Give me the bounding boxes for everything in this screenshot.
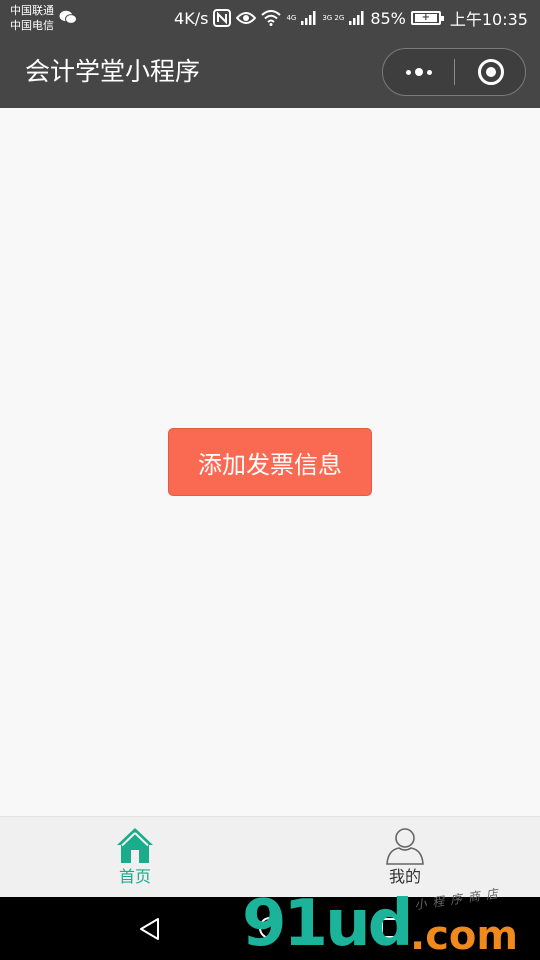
page-title: 会计学堂小程序 bbox=[25, 57, 201, 86]
user-icon bbox=[386, 828, 424, 865]
status-bar: 中国联通 中国电信 4K/s 4G 3G 2G 85% + 上午10:35 bbox=[0, 0, 540, 36]
carrier-2: 中国电信 bbox=[10, 19, 54, 32]
more-button[interactable] bbox=[383, 49, 455, 95]
carrier-info: 中国联通 中国电信 bbox=[10, 3, 54, 33]
tab-home[interactable]: 首页 bbox=[0, 817, 270, 897]
capsule-menu bbox=[382, 48, 526, 96]
navigation-bar: 会计学堂小程序 bbox=[0, 36, 540, 108]
more-dot-icon bbox=[406, 69, 411, 75]
carrier-1: 中国联通 bbox=[10, 4, 54, 17]
network-speed: 4K/s bbox=[174, 8, 209, 28]
tab-mine-label: 我的 bbox=[388, 867, 421, 886]
wechat-icon bbox=[59, 10, 77, 24]
back-icon[interactable] bbox=[138, 917, 162, 941]
network-type-a: 4G bbox=[286, 13, 297, 22]
target-icon bbox=[478, 59, 504, 85]
tab-home-label: 首页 bbox=[118, 867, 151, 886]
close-miniprogram-button[interactable] bbox=[455, 49, 527, 95]
status-indicators: 4K/s 4G 3G 2G 85% + 上午10:35 bbox=[174, 7, 528, 30]
battery-icon: + bbox=[410, 11, 444, 25]
watermark-domain: .com bbox=[410, 913, 519, 959]
eye-icon bbox=[236, 12, 257, 24]
tab-bar: 首页 我的 bbox=[0, 816, 540, 897]
signal-icon bbox=[301, 11, 316, 25]
watermark: 91ud .com 小程序商店 bbox=[240, 886, 540, 960]
more-dot-icon bbox=[427, 69, 432, 75]
more-dot-icon bbox=[415, 68, 423, 76]
home-icon bbox=[117, 828, 153, 863]
add-invoice-button[interactable]: 添加发票信息 bbox=[168, 428, 372, 496]
signal-icon-2 bbox=[349, 11, 364, 25]
network-type-b: 3G 2G bbox=[322, 13, 345, 22]
battery-percent: 85% bbox=[370, 8, 406, 28]
clock: 上午10:35 bbox=[449, 10, 528, 29]
watermark-logo: 91ud bbox=[242, 887, 413, 960]
wifi-icon bbox=[261, 10, 282, 26]
nfc-icon bbox=[213, 9, 232, 27]
main-content: 添加发票信息 bbox=[0, 108, 540, 816]
